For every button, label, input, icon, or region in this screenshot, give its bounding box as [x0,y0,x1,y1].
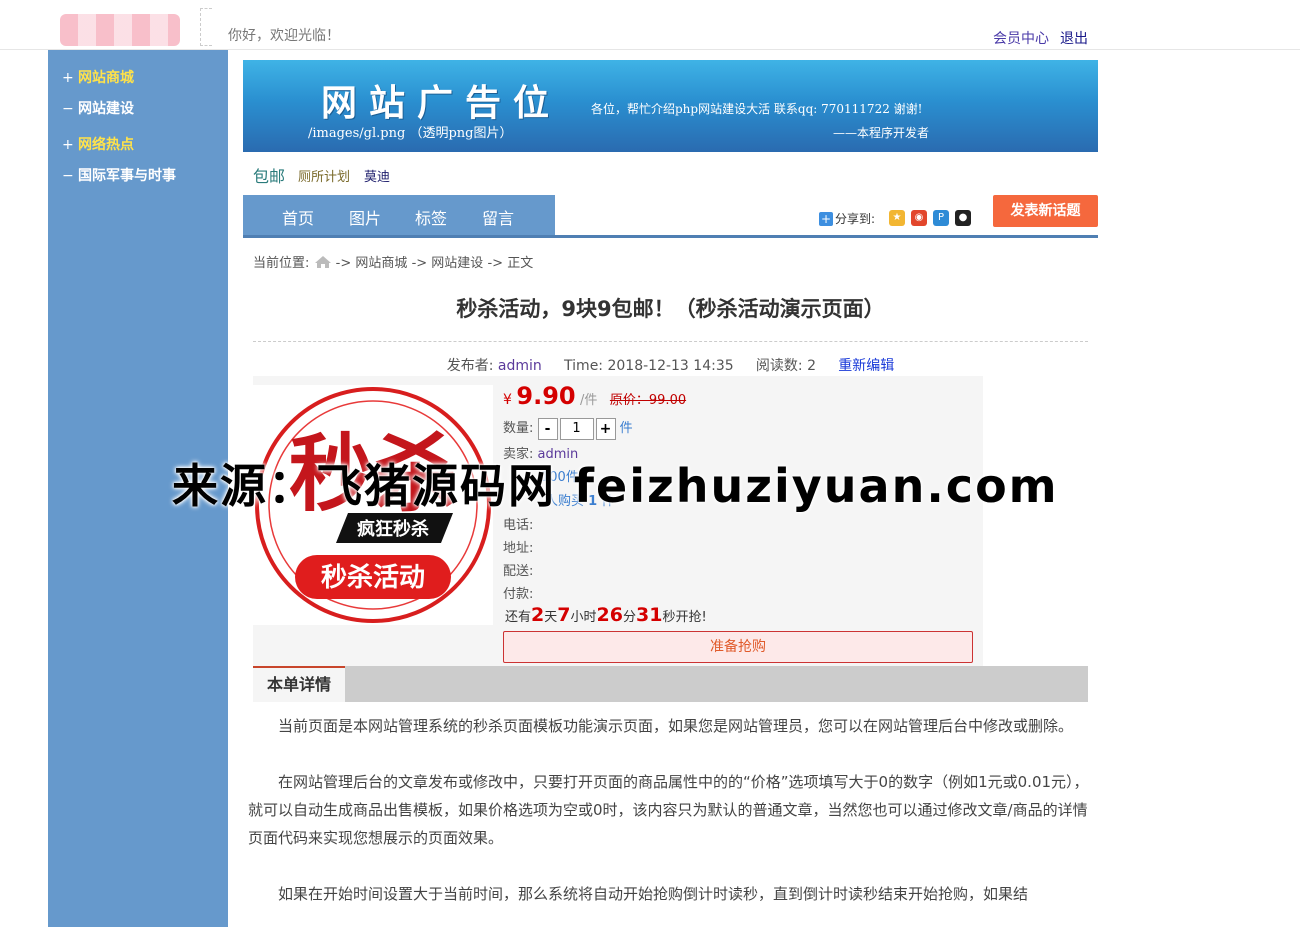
countdown-timer: 还有2天7小时26分31秒开抢! [505,604,707,626]
weibo-share-icon[interactable]: ◉ [911,210,927,226]
countdown-hours-unit: 小时 [570,610,597,625]
currency-symbol: ¥ [503,392,512,408]
breadcrumb-current: 正文 [507,256,534,271]
title-divider [253,341,1088,342]
address-row: 地址: [503,537,533,556]
logout-link[interactable]: 退出 [1060,28,1088,48]
sidebar-item-military-news[interactable]: − 国际军事与时事 [62,165,176,185]
collapse-icon: − [62,168,74,184]
countdown-prefix: 还有 [505,610,532,625]
hot-tag-link[interactable]: 包邮 [253,163,285,187]
main-nav: 首页 图片 标签 留言 [243,195,555,235]
content-paragraph: 在网站管理后台的文章发布或修改中，只要打开页面的商品属性中的的“价格”选项填写大… [248,773,1089,847]
expand-icon: + [62,70,74,86]
breadcrumb-website-building[interactable]: 网站建设 [431,256,483,271]
quantity-plus-button[interactable]: + [595,417,616,440]
top-bar: 你好，欢迎光临！ 会员中心 退出 [0,0,1300,50]
original-price: 原价：99.00 [609,393,687,408]
badge-low-text: 秒杀活动 [321,562,425,593]
detail-tab-bar: 本单详情 [253,666,1088,702]
publish-time: Time: 2018-12-13 14:35 [564,358,734,374]
delivery-row: 配送: [503,560,533,579]
countdown-seconds-unit: 秒开抢! [662,610,707,625]
share-plus-icon[interactable]: + [819,212,833,226]
badge-mid-text: 疯狂秒杀 [357,518,429,540]
phone-label: 电话: [503,518,534,533]
countdown-hours: 7 [557,604,571,626]
home-icon[interactable] [314,255,332,269]
views-label: 阅读数: [755,358,803,374]
sidebar-item-website-building[interactable]: − 网站建设 [62,98,134,118]
breadcrumb: 当前位置: -> 网站商城 -> 网站建设 -> 正文 [253,252,533,271]
delivery-label: 配送: [503,564,534,579]
publisher-link[interactable]: admin [498,358,542,374]
phone-row: 电话: [503,514,533,533]
tencent-weibo-share-icon[interactable]: P [933,210,949,226]
sidebar-item-label: 网络热点 [78,137,134,153]
quantity-unit: 件 [619,421,633,436]
sidebar-item-shop[interactable]: + 网站商城 [62,67,134,87]
payment-label: 付款: [503,587,534,602]
prepare-grab-button[interactable]: 准备抢购 [503,631,973,663]
quantity-input[interactable]: 1 [559,417,594,440]
site-logo[interactable] [60,14,180,46]
banner-signature: ——本程序开发者 [833,126,930,140]
views-count: 2 [807,358,816,374]
welcome-text: 你好，欢迎光临！ [228,28,340,44]
countdown-days-unit: 天 [544,610,558,625]
price-unit: /件 [580,393,598,408]
banner-title: 网站广告位 [321,82,562,124]
price-row: ¥ 9.90 /件 原价：99.00 [503,382,686,410]
breadcrumb-prefix: 当前位置: [253,256,310,271]
sidebar-item-hot-topics[interactable]: + 网络热点 [62,134,134,154]
sidebar-item-label: 网站商城 [78,70,134,86]
nav-divider [243,235,1098,238]
sidebar-item-label: 网站建设 [78,101,134,117]
payment-row: 付款: [503,583,533,602]
nav-home[interactable]: 首页 [282,205,314,229]
qq-share-icon[interactable]: ● [955,210,971,226]
content-paragraph: 如果在开始时间设置大于当前时间，那么系统将自动开始抢购倒计时读秒，直到倒计时读秒… [278,885,1029,903]
countdown-minutes: 26 [596,604,623,626]
page-title: 秒杀活动，9块9包邮！（秒杀活动演示页面） [456,297,885,321]
member-center-link[interactable]: 会员中心 [993,28,1049,48]
product-panel: 秒杀 疯狂秒杀 秒杀活动 ¥ 9.90 /件 原价：99.00 数量: -1 + … [253,376,983,666]
sidebar-item-label: 国际军事与时事 [78,168,176,184]
article-body: 当前页面是本网站管理系统的秒杀页面模板功能演示页面，如果您是网站管理员，您可以在… [248,712,1093,936]
quantity-minus-button[interactable]: - [537,417,558,440]
breadcrumb-separator: -> [411,256,428,271]
re-edit-link[interactable]: 重新编辑 [838,358,894,374]
share-label: 分享到: [835,212,876,226]
breadcrumb-shop[interactable]: 网站商城 [355,256,407,271]
post-new-topic-button[interactable]: 发表新话题 [993,195,1098,227]
nav-tags[interactable]: 标签 [415,205,447,229]
quantity-row: 数量: -1 + 件 [503,417,633,440]
source-watermark: 来源：飞猪源码网 feizhuziyuan.com [172,459,1059,513]
hot-tag-link[interactable]: 莫迪 [364,166,390,185]
article-meta: 发布者: admin Time: 2018-12-13 14:35 阅读数: 2… [253,355,1088,375]
banner-message: 各位，帮忙介绍php网站建设大活 联系qq: 770111722 谢谢! [591,102,923,116]
banner-image-path: /images/gl.png （透明png图片） [308,126,513,141]
qzone-share-icon[interactable]: ★ [889,210,905,226]
share-bar: + 分享到: [819,210,875,227]
countdown-days: 2 [531,604,545,626]
publisher-label: 发布者: [446,358,494,374]
content-paragraph: 当前页面是本网站管理系统的秒杀页面模板功能演示页面，如果您是网站管理员，您可以在… [278,717,1074,735]
countdown-minutes-unit: 分 [622,610,636,625]
nav-guestbook[interactable]: 留言 [482,205,514,229]
quantity-label: 数量: [503,421,534,436]
breadcrumb-separator: -> [335,256,352,271]
ad-banner[interactable]: 网站广告位 /images/gl.png （透明png图片） 各位，帮忙介绍ph… [243,60,1098,152]
countdown-seconds: 31 [635,604,663,626]
tab-order-details[interactable]: 本单详情 [253,666,345,702]
collapse-icon: − [62,101,74,117]
expand-icon: + [62,137,74,153]
nav-images[interactable]: 图片 [349,205,381,229]
address-label: 地址: [503,541,534,556]
sale-price: 9.90 [516,382,576,410]
logo-divider [200,8,212,46]
hot-tag-link[interactable]: 厕所计划 [298,166,350,185]
breadcrumb-separator: -> [487,256,504,271]
